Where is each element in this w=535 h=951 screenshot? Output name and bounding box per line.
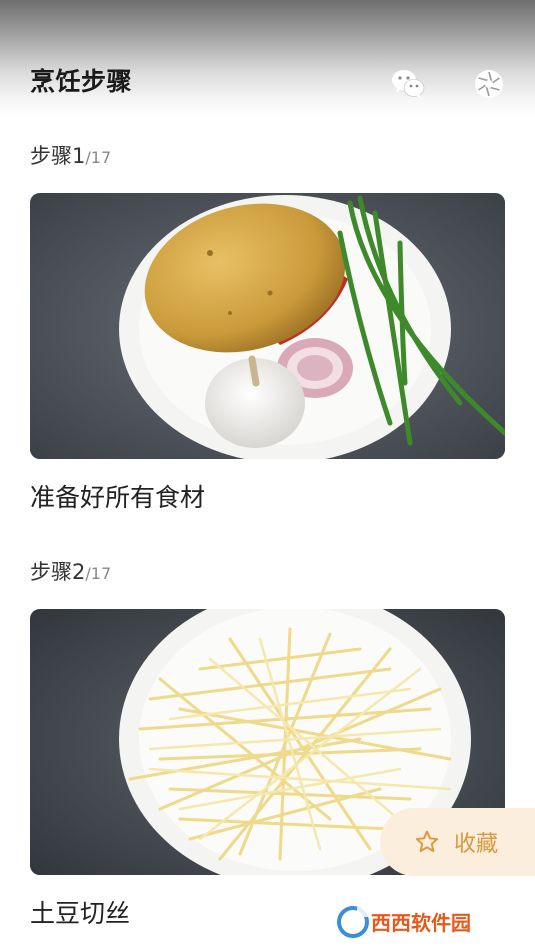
ingredients-photo: [30, 193, 505, 459]
step-description: 准备好所有食材: [30, 483, 206, 512]
wechat-icon[interactable]: [390, 66, 426, 102]
step-number: 步骤1: [30, 144, 86, 168]
watermark-logo: 西西软件园: [335, 903, 515, 941]
step-number: 步骤2: [30, 560, 86, 584]
page-title: 烹饪步骤: [30, 67, 133, 96]
step-description: 土豆切丝: [30, 899, 131, 928]
star-icon: [415, 830, 439, 852]
favorite-button[interactable]: 收藏: [380, 808, 535, 876]
app-header: 烹饪步骤: [0, 0, 535, 118]
step-total: /17: [85, 148, 112, 167]
favorite-label: 收藏: [454, 832, 499, 857]
step-label: 步骤1/17: [30, 140, 111, 170]
moments-icon[interactable]: [473, 68, 505, 100]
step-label: 步骤2/17: [30, 556, 111, 586]
step-total: /17: [85, 564, 112, 583]
step-photo[interactable]: [30, 193, 505, 459]
watermark-text: 西西软件园: [371, 911, 471, 935]
